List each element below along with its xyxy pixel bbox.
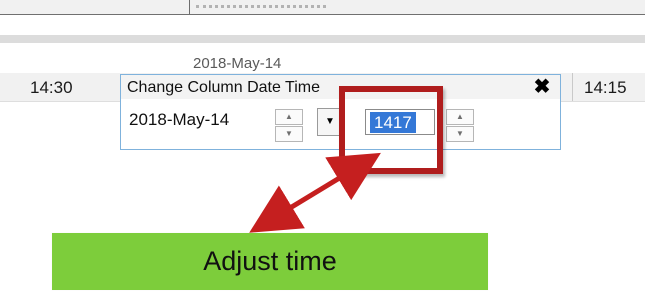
time-up-arrow-icon[interactable]: ▲	[446, 109, 474, 125]
date-up-arrow-icon[interactable]: ▲	[275, 109, 303, 125]
separator-bar	[0, 35, 645, 43]
cell-separator	[572, 73, 573, 101]
double-arrow	[249, 152, 381, 233]
top-header-strip	[0, 0, 645, 15]
date-spinner[interactable]: ▲ ▼	[275, 109, 305, 143]
time-cell-left[interactable]: 14:30	[30, 78, 73, 98]
time-highlight-box	[339, 86, 443, 174]
screenshot: 2018-May-14 14:30 14:15 Change Column Da…	[0, 0, 645, 296]
clipped-header-text	[196, 5, 326, 17]
time-down-arrow-icon[interactable]: ▼	[446, 126, 474, 142]
close-icon[interactable]: ✖	[531, 77, 553, 97]
column-date-label: 2018-May-14	[193, 55, 282, 72]
header-divider	[189, 0, 190, 14]
time-cell-right[interactable]: 14:15	[584, 78, 627, 98]
callout-label: Adjust time	[203, 246, 337, 276]
dialog-title: Change Column Date Time	[127, 79, 320, 96]
time-spinner[interactable]: ▲ ▼	[446, 109, 476, 143]
date-down-arrow-icon[interactable]: ▼	[275, 126, 303, 142]
adjust-time-callout: Adjust time	[52, 233, 488, 290]
date-field[interactable]: 2018-May-14	[129, 110, 229, 130]
